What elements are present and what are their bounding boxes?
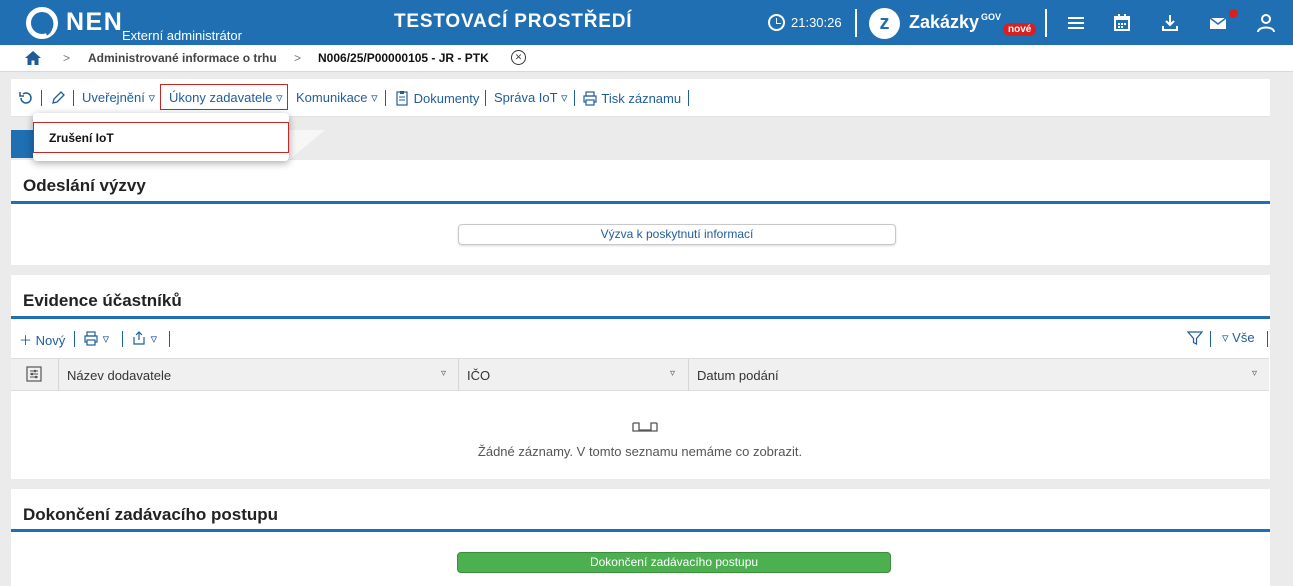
divider bbox=[1267, 331, 1268, 347]
clock-icon bbox=[768, 14, 785, 31]
zakazky-gov-label: GOV bbox=[981, 12, 1002, 22]
divider bbox=[41, 90, 42, 106]
document-icon bbox=[396, 91, 408, 106]
request-info-button[interactable]: Výzva k poskytnutí informací bbox=[458, 224, 896, 245]
menu-item-zruseni-iot[interactable]: Zrušení IoT bbox=[33, 122, 289, 153]
divider bbox=[688, 90, 689, 106]
filter-icon[interactable] bbox=[1186, 330, 1204, 346]
divider bbox=[385, 90, 386, 106]
menu-ukony-label: Úkony zadavatele bbox=[169, 90, 273, 105]
environment-title: TESTOVACÍ PROSTŘEDÍ bbox=[394, 11, 633, 32]
session-time: 21:30:26 bbox=[791, 15, 842, 30]
settings-sliders-icon bbox=[26, 366, 42, 382]
zakazky-logo-icon[interactable]: z bbox=[869, 8, 900, 39]
breadcrumb: > Administrované informace o trhu > N006… bbox=[0, 45, 1293, 72]
refresh-icon[interactable] bbox=[18, 90, 34, 106]
filter-all-label: Vše bbox=[1232, 330, 1255, 345]
menu-sprava-iot[interactable]: Správa IoT ▿ bbox=[494, 90, 568, 106]
column-header-ico[interactable]: IČO ▿ bbox=[458, 359, 688, 390]
chevron-down-icon: ▿ bbox=[150, 331, 158, 346]
divider bbox=[574, 90, 575, 106]
mail-icon[interactable] bbox=[1207, 12, 1229, 34]
menu-tisk-label: Tisk záznamu bbox=[601, 91, 682, 106]
divider bbox=[74, 331, 75, 347]
chevron-down-icon: ▿ bbox=[275, 90, 283, 105]
download-icon[interactable] bbox=[1159, 12, 1181, 34]
chevron-down-icon: ▿ bbox=[102, 331, 110, 346]
divider bbox=[855, 9, 857, 37]
column-settings[interactable] bbox=[11, 359, 58, 390]
menu-dokumenty[interactable]: Dokumenty bbox=[394, 90, 479, 106]
section-divider bbox=[11, 316, 1270, 319]
chevron-right-icon: > bbox=[294, 51, 302, 65]
chevron-down-icon: ▿ bbox=[1222, 330, 1229, 345]
section-evidence-ucastniku: Evidence účastníků ＋ Nový ▿ ▿ ▿ Vše Náze… bbox=[11, 275, 1270, 479]
menu-komunikace-label: Komunikace bbox=[296, 90, 368, 105]
new-badge: nové bbox=[1003, 23, 1037, 36]
nen-logo-icon bbox=[26, 7, 58, 39]
print-icon bbox=[583, 91, 597, 106]
chevron-down-icon: ▿ bbox=[148, 90, 156, 105]
notification-dot bbox=[1229, 9, 1238, 18]
plus-icon: ＋ bbox=[19, 333, 33, 348]
grid-print-button[interactable]: ▿ bbox=[83, 330, 109, 347]
filter-all-dropdown[interactable]: ▿ Vše bbox=[1222, 330, 1255, 346]
chevron-down-icon[interactable]: ▿ bbox=[441, 368, 446, 379]
menu-dokumenty-label: Dokumenty bbox=[413, 91, 480, 106]
column-header-datum[interactable]: Datum podání ▿ bbox=[688, 359, 1268, 390]
home-icon[interactable] bbox=[24, 50, 42, 66]
top-bar: NEN Externí administrátor TESTOVACÍ PROS… bbox=[0, 0, 1293, 45]
section-odeslani-vyzvy: Odeslání výzvy Výzva k poskytnutí inform… bbox=[11, 160, 1270, 265]
chevron-down-icon: ▿ bbox=[371, 90, 378, 105]
section-divider bbox=[11, 201, 1270, 204]
close-icon[interactable]: ✕ bbox=[511, 50, 526, 65]
column-label: Název dodavatele bbox=[67, 368, 172, 383]
breadcrumb-item-market-info[interactable]: Administrované informace o trhu bbox=[88, 51, 277, 65]
divider bbox=[1210, 331, 1211, 347]
divider bbox=[169, 331, 170, 347]
section-divider bbox=[11, 529, 1270, 532]
finish-procedure-button[interactable]: Dokončení zadávacího postupu bbox=[457, 552, 891, 573]
grid-header: Název dodavatele ▿ IČO ▿ Datum podání ▿ bbox=[11, 358, 1269, 391]
menu-komunikace[interactable]: Komunikace ▿ bbox=[296, 90, 378, 106]
section-title: Dokončení zadávacího postupu bbox=[23, 505, 279, 524]
export-icon bbox=[133, 331, 145, 345]
dropdown-shadow bbox=[289, 130, 325, 160]
menu-uverejneni-label: Uveřejnění bbox=[82, 90, 145, 105]
menu-tisk-zaznamu[interactable]: Tisk záznamu bbox=[582, 90, 681, 106]
ukony-dropdown-menu: Zrušení IoT bbox=[33, 113, 289, 161]
new-record-button[interactable]: ＋ Nový bbox=[19, 330, 65, 349]
section-dokonceni: Dokončení zadávacího postupu Dokončení z… bbox=[11, 489, 1270, 586]
empty-state-text: Žádné záznamy. V tomto seznamu nemáme co… bbox=[477, 444, 803, 459]
user-icon[interactable] bbox=[1255, 12, 1277, 34]
brand-name: NEN bbox=[66, 8, 124, 36]
empty-tray-icon bbox=[632, 420, 658, 438]
action-toolbar: Uveřejnění ▿ Úkony zadavatele ▿ Komunika… bbox=[11, 79, 1270, 117]
divider bbox=[122, 331, 123, 347]
divider bbox=[1045, 9, 1047, 37]
menu-uverejneni[interactable]: Uveřejnění ▿ bbox=[82, 90, 155, 106]
chevron-down-icon[interactable]: ▿ bbox=[670, 368, 675, 379]
menu-icon[interactable] bbox=[1065, 12, 1087, 34]
section-title: Odeslání výzvy bbox=[23, 176, 146, 195]
zakazky-link[interactable]: Zakázky bbox=[909, 12, 979, 33]
breadcrumb-item-current: N006/25/P00000105 - JR - PTK bbox=[318, 51, 489, 65]
menu-ukony-zadavatele[interactable]: Úkony zadavatele ▿ bbox=[169, 90, 283, 106]
section-title: Evidence účastníků bbox=[23, 291, 182, 310]
column-header-nazev[interactable]: Název dodavatele ▿ bbox=[58, 359, 458, 390]
divider bbox=[73, 90, 74, 106]
new-record-label: Nový bbox=[35, 333, 66, 348]
print-icon bbox=[84, 331, 98, 346]
brand-subtitle: Externí administrátor bbox=[122, 28, 242, 43]
chevron-down-icon[interactable]: ▿ bbox=[1252, 368, 1257, 379]
calendar-icon[interactable] bbox=[1111, 12, 1133, 34]
edit-icon[interactable] bbox=[50, 90, 66, 106]
column-label: IČO bbox=[467, 368, 491, 383]
chevron-down-icon: ▿ bbox=[560, 90, 568, 105]
chevron-right-icon: > bbox=[63, 51, 71, 65]
divider bbox=[485, 90, 486, 106]
grid-export-button[interactable]: ▿ bbox=[131, 330, 157, 347]
column-label: Datum podání bbox=[697, 368, 779, 383]
menu-sprava-label: Správa IoT bbox=[494, 90, 558, 105]
